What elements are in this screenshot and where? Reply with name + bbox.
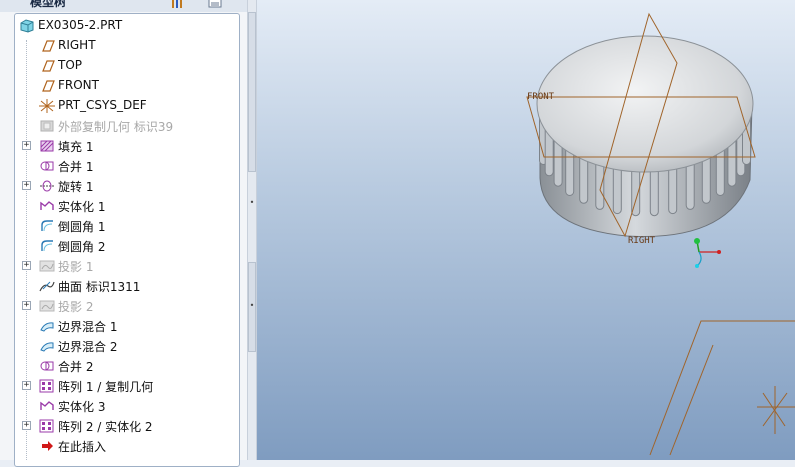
tree-item-label: 倒圆角 1 bbox=[58, 220, 106, 234]
tree-item[interactable]: 合并 2 bbox=[15, 356, 239, 376]
tree-item[interactable]: 倒圆角 1 bbox=[15, 216, 239, 236]
tree-item[interactable]: RIGHT bbox=[15, 36, 239, 56]
pattern-icon bbox=[39, 379, 54, 393]
right-plane-label: RIGHT bbox=[628, 236, 656, 246]
tree-item[interactable]: FRONT bbox=[15, 76, 239, 96]
projection-icon bbox=[39, 300, 55, 312]
tree-item-label: 实体化 1 bbox=[58, 200, 106, 214]
tree-item-label: 旋转 1 bbox=[58, 180, 94, 194]
knurled-cap-model[interactable] bbox=[536, 35, 754, 238]
spin-center-icon bbox=[694, 238, 721, 268]
tree-item[interactable]: 外部复制几何 标识39 bbox=[15, 116, 239, 136]
round-icon bbox=[41, 220, 53, 232]
panel-header: 模型树 bbox=[0, 0, 247, 12]
datum-plane-icon bbox=[42, 60, 55, 72]
collapse-handle-icon[interactable]: • bbox=[249, 302, 255, 310]
tree-item-label: 投影 1 bbox=[58, 260, 94, 274]
tree-item-label: 合并 1 bbox=[58, 160, 94, 174]
boundary-blend-icon bbox=[40, 342, 54, 352]
coordinate-system-icon bbox=[39, 99, 55, 113]
graphics-viewport[interactable]: FRONT RIGHT bbox=[257, 0, 795, 460]
datum-plane-icon bbox=[42, 40, 55, 52]
model-canvas[interactable]: FRONT RIGHT bbox=[257, 0, 795, 460]
tree-item[interactable]: 合并 1 bbox=[15, 156, 239, 176]
panel-splitter[interactable]: • • bbox=[247, 0, 257, 460]
tree-item-label: 填充 1 bbox=[58, 140, 94, 154]
tree-root-label: EX0305-2.PRT bbox=[38, 18, 123, 32]
knurl-rib bbox=[649, 165, 659, 217]
expand-toggle-icon[interactable]: + bbox=[22, 301, 31, 310]
collapse-handle-icon[interactable]: • bbox=[249, 199, 255, 207]
fill-icon bbox=[40, 140, 54, 152]
tree-item-label: 边界混合 2 bbox=[58, 340, 118, 354]
projection-icon bbox=[39, 260, 55, 272]
tree-item[interactable]: 实体化 3 bbox=[15, 396, 239, 416]
revolve-icon bbox=[40, 180, 54, 192]
expand-toggle-icon[interactable]: + bbox=[22, 181, 31, 190]
top-datum-plane[interactable] bbox=[649, 320, 795, 456]
insert-here-arrow-icon bbox=[42, 441, 53, 451]
tree-item-label: PRT_CSYS_DEF bbox=[58, 98, 147, 112]
tree-item[interactable]: + 投影 1 bbox=[15, 256, 239, 276]
tree-item[interactable]: TOP bbox=[15, 56, 239, 76]
tree-item-label: 倒圆角 2 bbox=[58, 240, 106, 254]
tree-item[interactable]: + 投影 2 bbox=[15, 296, 239, 316]
tree-item-label: 曲面 标识1311 bbox=[58, 280, 141, 294]
tree-item-label: 合并 2 bbox=[58, 360, 94, 374]
tree-item[interactable]: 实体化 1 bbox=[15, 196, 239, 216]
pattern-icon bbox=[39, 419, 54, 433]
tree-item-label: 阵列 1 / 复制几何 bbox=[58, 380, 154, 394]
boundary-blend-icon bbox=[40, 322, 54, 332]
tree-item-label: FRONT bbox=[58, 78, 99, 92]
front-plane-label: FRONT bbox=[527, 92, 555, 102]
tree-item-label: 阵列 2 / 实体化 2 bbox=[58, 420, 153, 434]
tree-item[interactable]: 曲面 标识1311 bbox=[15, 276, 239, 296]
expand-toggle-icon[interactable]: + bbox=[22, 261, 31, 270]
round-icon bbox=[41, 240, 53, 252]
settings-list-icon[interactable] bbox=[208, 0, 222, 8]
part-icon bbox=[20, 19, 34, 33]
show-menu-icon[interactable] bbox=[170, 0, 184, 8]
tree-item[interactable]: 在此插入 bbox=[15, 436, 239, 456]
knurl-rib bbox=[612, 163, 622, 215]
solidify-icon bbox=[40, 201, 54, 210]
splitter-tab-top[interactable] bbox=[248, 12, 256, 172]
model-tree: EX0305-2.PRT RIGHT TOP FRONT PRT_CSYS_DEF 外部… bbox=[14, 13, 240, 467]
tree-item[interactable]: + 阵列 1 / 复制几何 bbox=[15, 376, 239, 396]
tree-item-label: RIGHT bbox=[58, 38, 96, 52]
tree-item-label: TOP bbox=[58, 58, 83, 72]
knurl-rib bbox=[668, 163, 678, 215]
merge-icon bbox=[40, 361, 54, 371]
tree-item[interactable]: + 填充 1 bbox=[15, 136, 239, 156]
tree-item[interactable]: 边界混合 1 bbox=[15, 316, 239, 336]
tree-item[interactable]: 边界混合 2 bbox=[15, 336, 239, 356]
tree-root[interactable]: EX0305-2.PRT bbox=[15, 16, 239, 36]
tree-item[interactable]: + 阵列 2 / 实体化 2 bbox=[15, 416, 239, 436]
solidify-icon bbox=[40, 401, 54, 410]
surface-icon bbox=[39, 281, 55, 292]
tree-item-label: 投影 2 bbox=[58, 300, 94, 314]
tree-item[interactable]: PRT_CSYS_DEF bbox=[15, 96, 239, 116]
expand-toggle-icon[interactable]: + bbox=[22, 141, 31, 150]
expand-toggle-icon[interactable]: + bbox=[22, 421, 31, 430]
tree-item-label: 实体化 3 bbox=[58, 400, 106, 414]
coordinate-system-marker bbox=[757, 386, 795, 434]
tree-item[interactable]: + 旋转 1 bbox=[15, 176, 239, 196]
tree-item-label: 在此插入 bbox=[58, 440, 107, 454]
datum-plane-icon bbox=[42, 80, 55, 92]
expand-toggle-icon[interactable]: + bbox=[22, 381, 31, 390]
merge-icon bbox=[40, 161, 54, 171]
tree-item-label: 边界混合 1 bbox=[58, 320, 118, 334]
tree-item-label: 外部复制几何 标识39 bbox=[58, 120, 174, 134]
panel-title: 模型树 bbox=[30, 0, 67, 9]
model-tree-panel: 模型树 EX0305-2.PRT RIGHT TOP FRONT PRT_CSYS_D… bbox=[0, 0, 247, 467]
tree-item[interactable]: 倒圆角 2 bbox=[15, 236, 239, 256]
external-copy-geometry-icon bbox=[40, 120, 54, 132]
